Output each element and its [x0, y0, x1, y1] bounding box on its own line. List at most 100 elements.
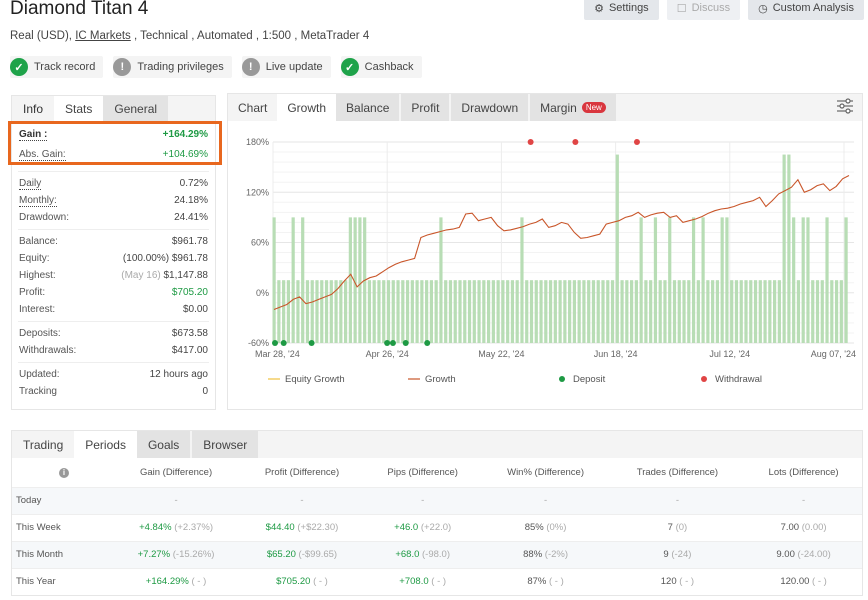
deposit-marker: [424, 340, 431, 346]
chart-bar: [510, 280, 515, 343]
equity-value: $961.78: [171, 253, 208, 264]
badge-track-record[interactable]: ✓ Track record: [10, 56, 104, 78]
period-label: This Week: [12, 513, 112, 541]
table-cell: 120.00 ( - ): [745, 567, 862, 595]
y-tick-label: 0%: [256, 288, 269, 298]
badge-live-update[interactable]: ! Live update: [241, 56, 331, 78]
tab-trading[interactable]: Trading: [12, 431, 74, 458]
chart-bar: [420, 280, 424, 343]
balance-row: Balance: $961.78: [12, 233, 215, 250]
chart-bar: [749, 280, 753, 343]
highest-date: (May 16): [121, 270, 161, 281]
custom-analysis-button[interactable]: ◷ Custom Analysis: [748, 0, 864, 20]
chart-bar: [568, 280, 572, 343]
broker-link[interactable]: IC Markets: [75, 30, 131, 42]
highest-value: $1,147.88: [163, 270, 209, 281]
tab-chart[interactable]: Chart: [228, 94, 277, 121]
chart-bar: [653, 217, 658, 343]
deposit-marker: [389, 340, 396, 346]
tab-goals[interactable]: Goals: [136, 431, 193, 458]
chart-bar: [811, 280, 815, 343]
table-row: This Year +164.29% ( - ) $705.20 ( - ) +708…: [12, 567, 862, 595]
chart-bar: [739, 280, 743, 343]
chart-bar: [682, 280, 686, 343]
interest-value: $0.00: [182, 304, 208, 315]
chart-bar: [711, 280, 715, 343]
monthly-label[interactable]: Monthly:: [19, 195, 57, 207]
account-details: , Technical , Automated , 1:500 , MetaTr…: [130, 30, 370, 42]
tab-browser[interactable]: Browser: [192, 431, 261, 458]
chart-bar: [320, 280, 324, 343]
x-tick-label: Jun 18, '24: [594, 349, 638, 359]
chart-bar: [844, 217, 848, 343]
cell-value: +68.0: [395, 549, 420, 560]
cell-difference: (-$99.65): [295, 549, 338, 560]
discuss-button[interactable]: ☐ Discuss: [666, 0, 741, 20]
deposits-row: Deposits: $673.58: [12, 325, 215, 342]
chart-bar: [539, 280, 543, 343]
chart-bar: [444, 280, 448, 343]
table-cell: 88% (-2%): [481, 540, 610, 568]
chart-bar: [477, 280, 481, 343]
chart-bar: [315, 280, 319, 343]
updated-row: Updated: 12 hours ago: [12, 366, 215, 383]
deposit-marker: [272, 340, 278, 346]
settings-button[interactable]: ⚙ Settings: [584, 0, 659, 20]
badge-trading-privileges[interactable]: ! Trading privileges: [113, 56, 232, 78]
badge-cashback[interactable]: ✓ Cashback: [340, 56, 422, 78]
cell-difference: (-24): [668, 549, 692, 560]
column-header: Gain (Difference): [139, 466, 213, 478]
chart-bar: [572, 280, 576, 343]
divider: [18, 229, 209, 230]
tab-growth[interactable]: Growth: [277, 94, 337, 121]
chart-bar: [410, 280, 414, 343]
clock-icon: ◷: [758, 2, 768, 15]
chart-bar: [610, 280, 615, 343]
chart-bar: [634, 280, 638, 343]
interest-row: Interest: $0.00: [12, 301, 215, 318]
table-cell: +4.84% (+2.37%): [112, 513, 241, 541]
sliders-icon[interactable]: [836, 98, 854, 117]
deposit-marker: [384, 340, 391, 346]
equity-percent: (100.00%): [122, 253, 170, 264]
tab-balance[interactable]: Balance: [336, 94, 402, 121]
account-subtitle: Real (USD), IC Markets , Technical , Aut…: [10, 30, 369, 42]
table-cell: +46.0 (+22.0): [363, 513, 482, 541]
cell-value: +4.84%: [139, 522, 172, 533]
chart-bar: [472, 280, 476, 343]
withdrawals-value: $417.00: [171, 345, 208, 356]
table-row: This Week +4.84% (+2.37%) $44.40 (+$22.30)…: [12, 513, 862, 541]
tab-info[interactable]: Info: [12, 96, 54, 122]
chart-bar: [687, 280, 691, 343]
chart-bar: [487, 280, 491, 343]
cell-difference: (-98.0): [419, 549, 450, 560]
info-icon[interactable]: i: [59, 467, 69, 478]
growth-chart[interactable]: 180% 120% 60% 0% -60% Mar 28, '24 Apr 26, '24…: [228, 121, 864, 409]
equity-label: Equity:: [19, 253, 50, 264]
chart-bar: [429, 280, 433, 343]
chart-bar: [630, 280, 634, 343]
daily-label[interactable]: Daily: [19, 178, 42, 190]
exclamation-icon: !: [113, 58, 132, 76]
cell-value: $44.40: [265, 522, 295, 533]
balance-value: $961.78: [171, 236, 208, 247]
tab-periods[interactable]: Periods: [74, 431, 137, 458]
tab-general[interactable]: General: [103, 96, 169, 122]
exclamation-icon: !: [241, 58, 260, 76]
cell-value: 88%: [523, 549, 543, 560]
periods-tabs: Trading Periods Goals Browser: [12, 431, 862, 458]
table-cell: 7.00 (0.00): [745, 513, 862, 541]
cell-difference: (0%): [543, 522, 567, 533]
chart-bar: [482, 280, 486, 343]
tab-drawdown[interactable]: Drawdown: [451, 94, 531, 121]
cell-difference: (0): [672, 522, 688, 533]
chart-bar: [529, 280, 534, 343]
info-tabs: Info Stats General: [12, 96, 215, 122]
tab-margin[interactable]: Margin New: [530, 94, 618, 121]
y-tick-label: 120%: [246, 187, 269, 197]
tab-profit[interactable]: Profit: [401, 94, 452, 121]
tab-stats[interactable]: Stats: [54, 96, 104, 122]
chart-bar: [291, 217, 295, 343]
cell-difference: ( - ): [428, 576, 447, 588]
cell-difference: ( - ): [809, 576, 827, 588]
